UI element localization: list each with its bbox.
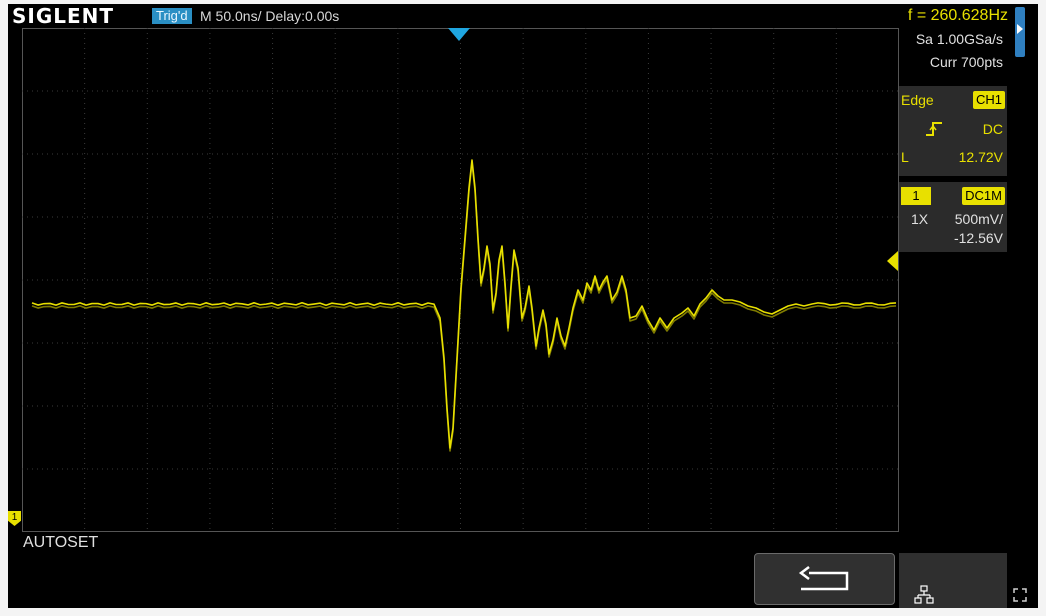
network-button[interactable] [899, 553, 1007, 608]
expand-icon[interactable] [1013, 588, 1027, 602]
ch1-waveform-shadow [31, 162, 897, 452]
sample-rate: Sa 1.00GSa/s [915, 31, 1003, 47]
probe-ratio: 1X [911, 211, 929, 227]
vertical-offset: -12.56V [953, 230, 1003, 246]
trigger-settings-panel[interactable]: Edge CH1 DC L 12.72V [899, 86, 1007, 176]
trigger-source-badge: CH1 [972, 91, 1005, 109]
trigger-level-value: 12.72V [958, 149, 1003, 165]
delay-readout: Delay:0.00s [265, 8, 340, 24]
ch1-offset-marker[interactable]: 1 [8, 511, 21, 526]
trigger-level-marker[interactable] [887, 251, 898, 271]
trigger-type: Edge [901, 92, 934, 108]
vertical-scale: 500mV/ [954, 211, 1003, 227]
memory-depth: Curr 700pts [929, 54, 1003, 70]
back-arrow-icon [798, 566, 849, 591]
ch1-waveform [31, 159, 897, 449]
right-info-panel: Sa 1.00GSa/s Curr 700pts Edge CH1 DC L 1… [899, 28, 1007, 252]
trigger-status-badge: Trig'd [152, 8, 192, 24]
top-status-bar: SIGLENT Trig'd M 50.0ns/ Delay:0.00s f =… [8, 4, 1038, 28]
channel-coupling-badge: DC1M [962, 187, 1005, 205]
rising-edge-icon [926, 122, 942, 136]
timebase-scale: M 50.0ns/ [200, 8, 262, 24]
expand-right-icon [1017, 24, 1023, 34]
timebase-readout[interactable]: M 50.0ns/ Delay:0.00s [200, 7, 339, 25]
autoset-message: AUTOSET [23, 534, 99, 551]
trigger-position-marker[interactable] [448, 28, 470, 41]
back-button[interactable] [754, 553, 895, 605]
trigger-level-label: L [901, 149, 909, 165]
trigger-coupling: DC [982, 121, 1003, 137]
brand-logo: SIGLENT [12, 4, 115, 28]
network-icon [914, 585, 934, 604]
oscilloscope-screen: SIGLENT Trig'd M 50.0ns/ Delay:0.00s f =… [8, 4, 1038, 608]
channel-number: 1 [901, 187, 931, 205]
waveform-grid [22, 28, 899, 532]
frequency-readout: f = 260.628Hz [907, 7, 1008, 24]
channel1-settings-panel[interactable]: 1 DC1M 1X 500mV/ -12.56V [899, 182, 1007, 252]
